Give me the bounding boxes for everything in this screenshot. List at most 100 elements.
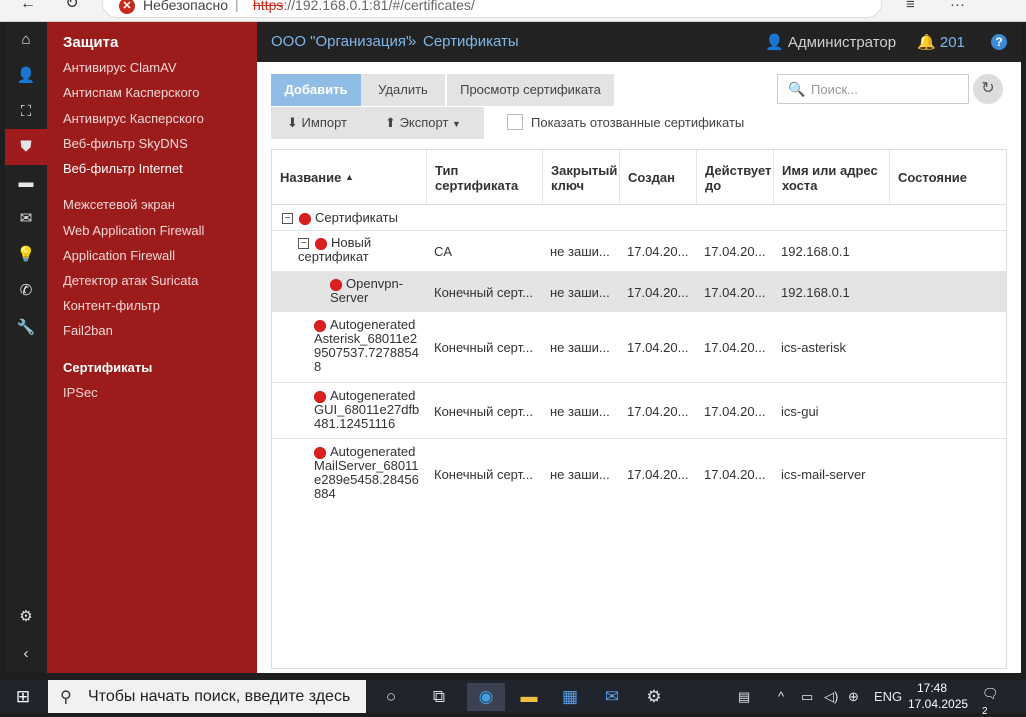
upload-icon: ⬇ [287, 115, 298, 130]
task-view-icon[interactable]: ⧉ [420, 683, 458, 711]
insecure-label[interactable]: Небезопасно [143, 0, 228, 13]
icon-rail: ⌂ 👤 ⛶ ⛊ ▬ ✉ 💡 ✆ 🔧 ⚙ ‹ [5, 22, 47, 673]
view-certificate-button[interactable]: Просмотр сертификата [447, 74, 614, 106]
windows-start-icon[interactable]: ⊞ [4, 683, 42, 711]
table-row[interactable]: − Новый сертификат CA не заши... 17.04.20… [272, 231, 1006, 272]
language-indicator[interactable]: ENG [874, 689, 902, 704]
address-bar[interactable]: ✕ Небезопасно | https://192.168.0.1:81/#… [102, 0, 882, 18]
chevron-down-icon: ▼ [452, 119, 461, 129]
certificate-icon [314, 319, 326, 332]
delete-button[interactable]: Удалить [361, 74, 445, 106]
menu-item-suricata[interactable]: Детектор атак Suricata [63, 273, 198, 288]
export-icon: ⬆ [385, 115, 396, 130]
menu-item-content-filter[interactable]: Контент-фильтр [63, 298, 160, 313]
table-group-row[interactable]: − Сертификаты [272, 205, 1006, 231]
menu-title: Защита [63, 34, 119, 51]
certificate-icon [299, 212, 311, 225]
taskbar-search[interactable]: ⚲ Чтобы начать поиск, введите здесь [48, 680, 366, 713]
user-icon[interactable]: 👤 [5, 58, 47, 94]
mail-icon[interactable]: ✉ [5, 201, 47, 237]
certificate-icon [315, 237, 327, 250]
reload-icon[interactable]: ↻ [62, 0, 82, 12]
favorites-bar-icon[interactable]: ≡ [906, 0, 915, 13]
collapse-icon[interactable]: − [298, 238, 309, 250]
breadcrumb-separator: » [408, 33, 417, 50]
store-icon[interactable]: ▦ [551, 683, 589, 711]
table-row[interactable]: Autogenerated MailServer_68011e289e5458.… [272, 439, 1006, 511]
export-button[interactable]: ⬆ Экспорт ▼ [373, 107, 473, 139]
collapse-icon[interactable]: − [282, 213, 293, 225]
folder-icon[interactable]: ▬ [5, 165, 47, 201]
column-name[interactable]: Название ▲ [272, 150, 427, 205]
file-explorer-icon[interactable]: ▬ [510, 683, 548, 711]
table-header: Название ▲ Тип сертификата Закрытый ключ… [272, 150, 1006, 205]
app-window: ⌂ 👤 ⛶ ⛊ ▬ ✉ 💡 ✆ 🔧 ⚙ ‹ Защита Антивирус C… [5, 22, 1021, 673]
import-button[interactable]: ⬇ Импорт [271, 107, 363, 139]
action-center-icon[interactable]: 🗨2 [982, 686, 1004, 717]
mail-app-icon[interactable]: ✉ [593, 683, 631, 711]
refresh-icon[interactable]: ↻ [973, 74, 1003, 104]
table-row[interactable]: Autogenerated Asterisk_68011e29507537.72… [272, 312, 1006, 383]
table-row[interactable]: Autogenerated GUI_68011e27dfb481.1245111… [272, 383, 1006, 439]
url-text[interactable]: https://192.168.0.1:81/#/certificates/ [253, 0, 475, 13]
show-revoked-checkbox[interactable] [507, 114, 523, 130]
menu-item-internet-filter[interactable]: Веб-фильтр Internet [63, 161, 183, 176]
menu-item-firewall[interactable]: Межсетевой экран [63, 197, 175, 212]
add-button[interactable]: Добавить [271, 74, 361, 106]
menu-item-fail2ban[interactable]: Fail2ban [63, 323, 113, 338]
certificate-icon [330, 278, 342, 291]
news-icon[interactable]: ▤ [738, 689, 750, 705]
menu-item-app-firewall[interactable]: Application Firewall [63, 248, 175, 263]
help-icon[interactable]: ? [991, 34, 1007, 50]
show-revoked-label[interactable]: Показать отозванные сертификаты [531, 115, 744, 130]
read-aloud-icon[interactable]: A [815, 0, 825, 2]
certificate-icon [314, 446, 326, 459]
home-icon[interactable]: ⌂ [5, 22, 47, 58]
bulb-icon[interactable]: 💡 [5, 237, 47, 273]
search-icon: ⚲ [60, 689, 72, 706]
column-type[interactable]: Тип сертификата [427, 150, 543, 205]
column-created[interactable]: Создан [620, 150, 697, 205]
search-icon: 🔍 [788, 81, 806, 97]
column-host[interactable]: Имя или адрес хоста [774, 150, 890, 205]
notifications[interactable]: 🔔 201 [917, 33, 965, 51]
breadcrumb-page: Сертификаты [423, 33, 519, 50]
breadcrumb-org[interactable]: ООО "Организация" [271, 33, 411, 50]
network-tray-icon[interactable]: ⊕ [848, 689, 859, 705]
battery-icon[interactable]: ▭ [801, 689, 813, 705]
column-key[interactable]: Закрытый ключ [543, 150, 620, 205]
more-icon[interactable]: ··· [950, 0, 965, 13]
menu-item-certificates[interactable]: Сертификаты [63, 360, 152, 375]
settings-icon[interactable]: ⚙ [5, 599, 47, 635]
menu-item-kaspersky-antivirus[interactable]: Антивирус Касперского [63, 111, 204, 126]
collapse-icon[interactable]: ‹ [5, 636, 47, 672]
bell-icon: 🔔 [917, 34, 936, 51]
browser-toolbar: ← ↻ ✕ Небезопасно | https://192.168.0.1:… [0, 0, 1026, 22]
volume-icon[interactable]: ◁) [824, 689, 838, 705]
back-icon[interactable]: ← [18, 0, 38, 12]
top-header: ООО "Организация" » Сертификаты 👤 Админи… [257, 22, 1021, 62]
user-menu[interactable]: 👤 Администратор [765, 33, 896, 51]
edge-icon[interactable]: ◉ [467, 683, 505, 711]
cortana-icon[interactable]: ○ [372, 683, 410, 711]
column-state[interactable]: Состояние [890, 150, 1006, 205]
wrench-icon[interactable]: 🔧 [5, 310, 47, 346]
certificates-table: Название ▲ Тип сертификата Закрытый ключ… [271, 149, 1007, 669]
menu-item-skydns[interactable]: Веб-фильтр SkyDNS [63, 136, 188, 151]
favorite-icon[interactable]: ☆ [855, 0, 868, 3]
clock[interactable]: 17:48 17.04.2025 [908, 680, 968, 712]
column-valid[interactable]: Действует до [697, 150, 774, 205]
settings-app-icon[interactable]: ⚙ [635, 683, 673, 711]
tray-chevron-icon[interactable]: ^ [778, 689, 784, 704]
menu-item-clamav[interactable]: Антивирус ClamAV [63, 60, 177, 75]
shield-icon[interactable]: ⛊ [5, 129, 47, 165]
sort-asc-icon: ▲ [345, 172, 354, 182]
network-icon[interactable]: ⛶ [5, 94, 47, 130]
search-input[interactable]: 🔍 Поиск... [777, 74, 969, 104]
menu-item-kaspersky-antispam[interactable]: Антиспам Касперского [63, 85, 199, 100]
phone-icon[interactable]: ✆ [5, 273, 47, 309]
warning-icon: ✕ [119, 0, 135, 14]
menu-item-ipsec[interactable]: IPSec [63, 385, 98, 400]
table-row[interactable]: Openvpn-Server Конечный серт... не заши.… [272, 272, 1006, 312]
menu-item-waf[interactable]: Web Application Firewall [63, 223, 204, 238]
